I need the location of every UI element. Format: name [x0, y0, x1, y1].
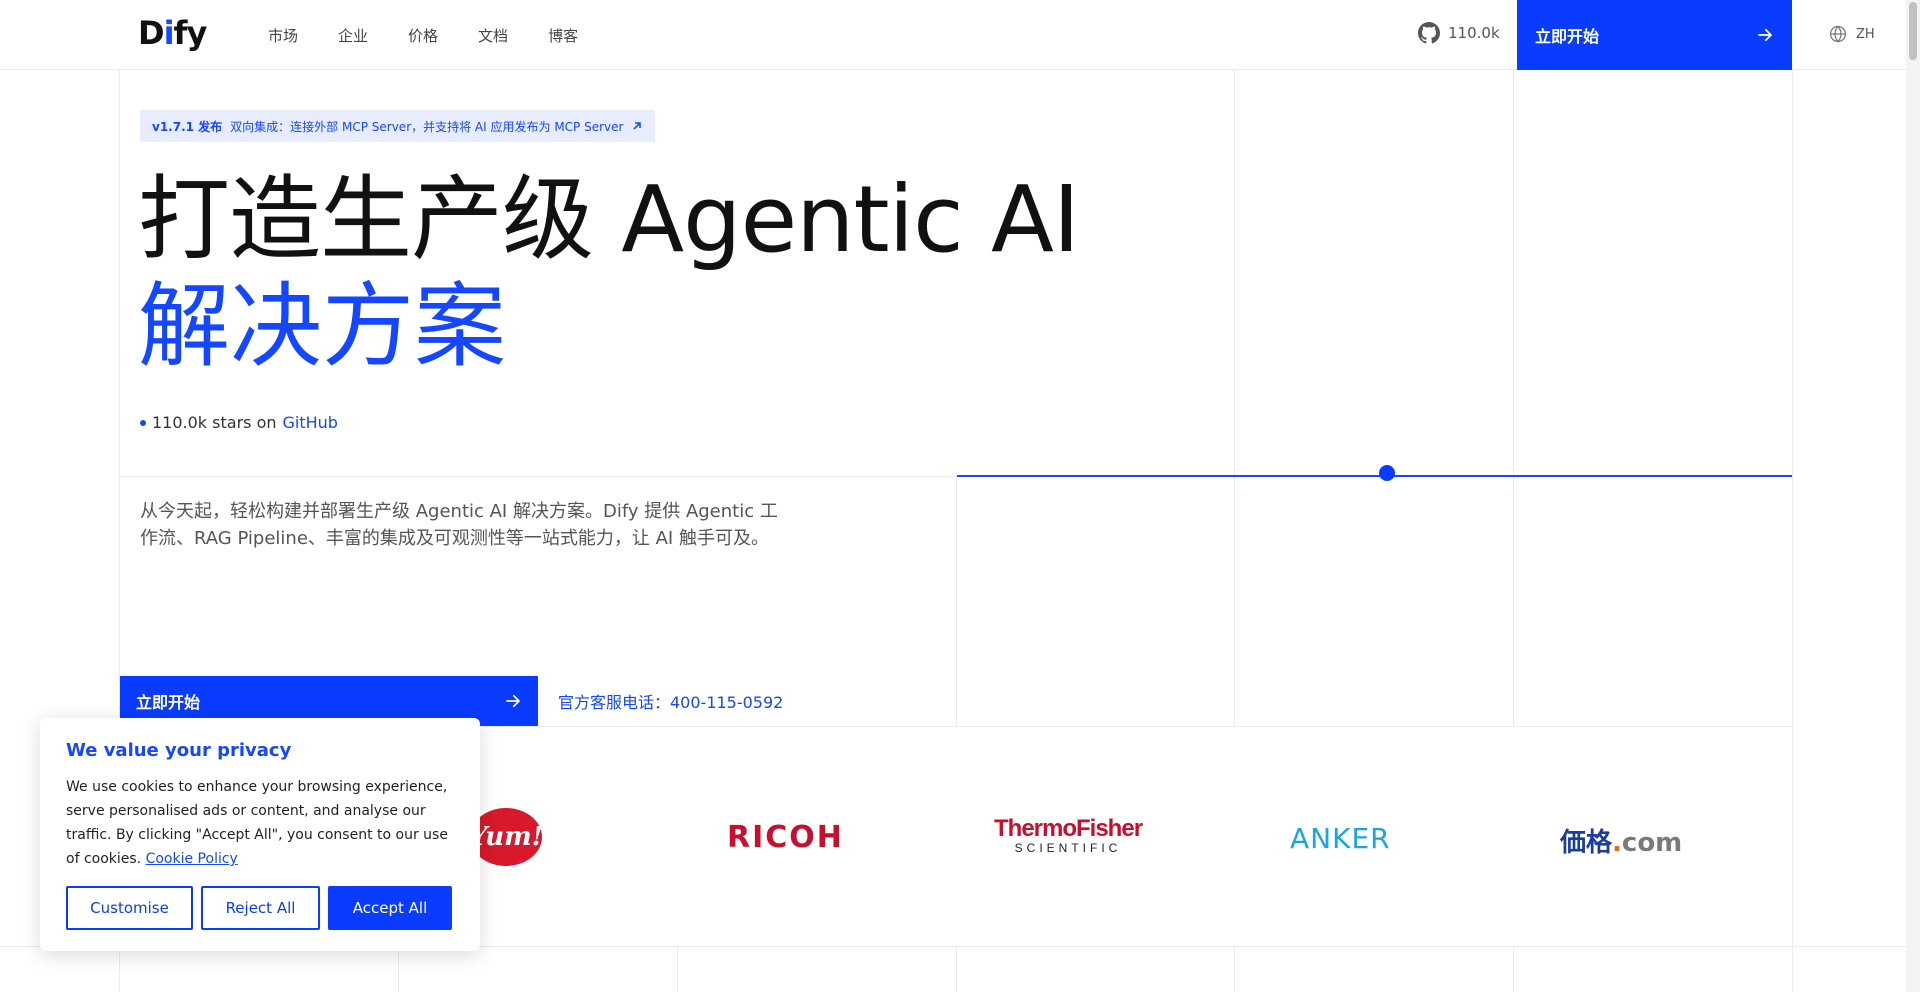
language-label: ZH [1856, 26, 1875, 42]
cookie-title: We value your privacy [66, 740, 292, 761]
stars-count-text: 110.0k stars on [152, 413, 277, 432]
grid-line [956, 946, 957, 992]
release-banner[interactable]: v1.7.1 发布 双向集成：连接外部 MCP Server，并支持将 AI 应… [140, 110, 656, 142]
grid-line [1234, 70, 1235, 726]
customise-button[interactable]: Customise [66, 886, 193, 930]
github-stars-note: 110.0k stars on GitHub [140, 413, 338, 432]
grid-line [398, 946, 399, 992]
main-nav: 市场 企业 价格 文档 博客 [268, 0, 618, 70]
thermofisher-logo: ThermoFisher SCIENTIFIC [994, 815, 1143, 856]
grid-line [677, 946, 678, 992]
header-get-started-button[interactable]: 立即开始 [1517, 0, 1792, 70]
external-arrow-icon [633, 122, 642, 130]
bullet-dot [140, 419, 146, 426]
arrow-right-icon [1758, 28, 1772, 42]
jiage-logo: 価格.com [1560, 822, 1682, 859]
globe-icon [1829, 25, 1847, 43]
nav-enterprise[interactable]: 企业 [338, 25, 368, 46]
nav-pricing[interactable]: 价格 [408, 25, 438, 46]
release-text: 双向集成：连接外部 MCP Server，并支持将 AI 应用发布为 MCP S… [230, 119, 624, 134]
scrollbar-thumb[interactable] [1909, 2, 1917, 60]
cookie-consent-banner: We value your privacy We use cookies to … [40, 718, 480, 951]
accept-all-button[interactable]: Accept All [328, 886, 452, 930]
page-scrollbar[interactable] [1906, 0, 1920, 992]
jiage-dot: . [1612, 828, 1622, 858]
language-switcher[interactable]: ZH [1828, 24, 1875, 44]
progress-line [957, 475, 1792, 477]
cookie-policy-link[interactable]: Cookie Policy [146, 851, 238, 867]
hero-title-line2: 解决方案 [138, 273, 507, 380]
github-stars-link[interactable]: 110.0k [1418, 22, 1500, 44]
grid-line [1234, 946, 1235, 992]
thermofisher-name: ThermoFisher [994, 815, 1143, 842]
grid-line [119, 476, 957, 477]
progress-dot [1379, 465, 1395, 481]
release-version: v1.7.1 发布 [152, 119, 223, 134]
hero-title-line1: 打造生产级 Agentic AI [138, 166, 1080, 273]
reject-all-button[interactable]: Reject All [201, 886, 320, 930]
cookie-body-text: We use cookies to enhance your browsing … [66, 779, 448, 867]
thermofisher-sub: SCIENTIFIC [1014, 841, 1122, 855]
dify-logo[interactable]: Dify [138, 14, 207, 52]
nav-docs[interactable]: 文档 [478, 25, 508, 46]
header-cta-label: 立即开始 [1535, 27, 1600, 46]
top-header: Dify 市场 企业 价格 文档 博客 110.0k 立即开始 ZH [0, 0, 1920, 70]
cookie-body: We use cookies to enhance your browsing … [66, 775, 454, 871]
ricoh-logo: RICOH [727, 820, 844, 855]
hero-cta-label: 立即开始 [136, 693, 201, 712]
nav-blog[interactable]: 博客 [548, 25, 578, 46]
anker-logo: ANKER [1290, 822, 1391, 855]
github-link[interactable]: GitHub [283, 413, 338, 432]
yum-logo: Yum! [469, 808, 543, 866]
jiage-com: com [1621, 828, 1683, 858]
cookie-buttons: Customise Reject All Accept All [66, 886, 452, 930]
arrow-right-icon [506, 694, 520, 708]
grid-line [1792, 70, 1793, 992]
support-phone[interactable]: 官方客服电话：400-115-0592 [558, 689, 783, 713]
grid-line [1513, 70, 1514, 726]
github-star-count: 110.0k [1448, 24, 1500, 42]
grid-line [956, 476, 957, 726]
grid-line [1513, 946, 1514, 992]
hero-description: 从今天起，轻松构建并部署生产级 Agentic AI 解决方案。Dify 提供 … [140, 501, 778, 549]
nav-marketplace[interactable]: 市场 [268, 25, 298, 46]
jiage-main: 価格 [1560, 828, 1613, 858]
github-icon [1418, 22, 1440, 44]
